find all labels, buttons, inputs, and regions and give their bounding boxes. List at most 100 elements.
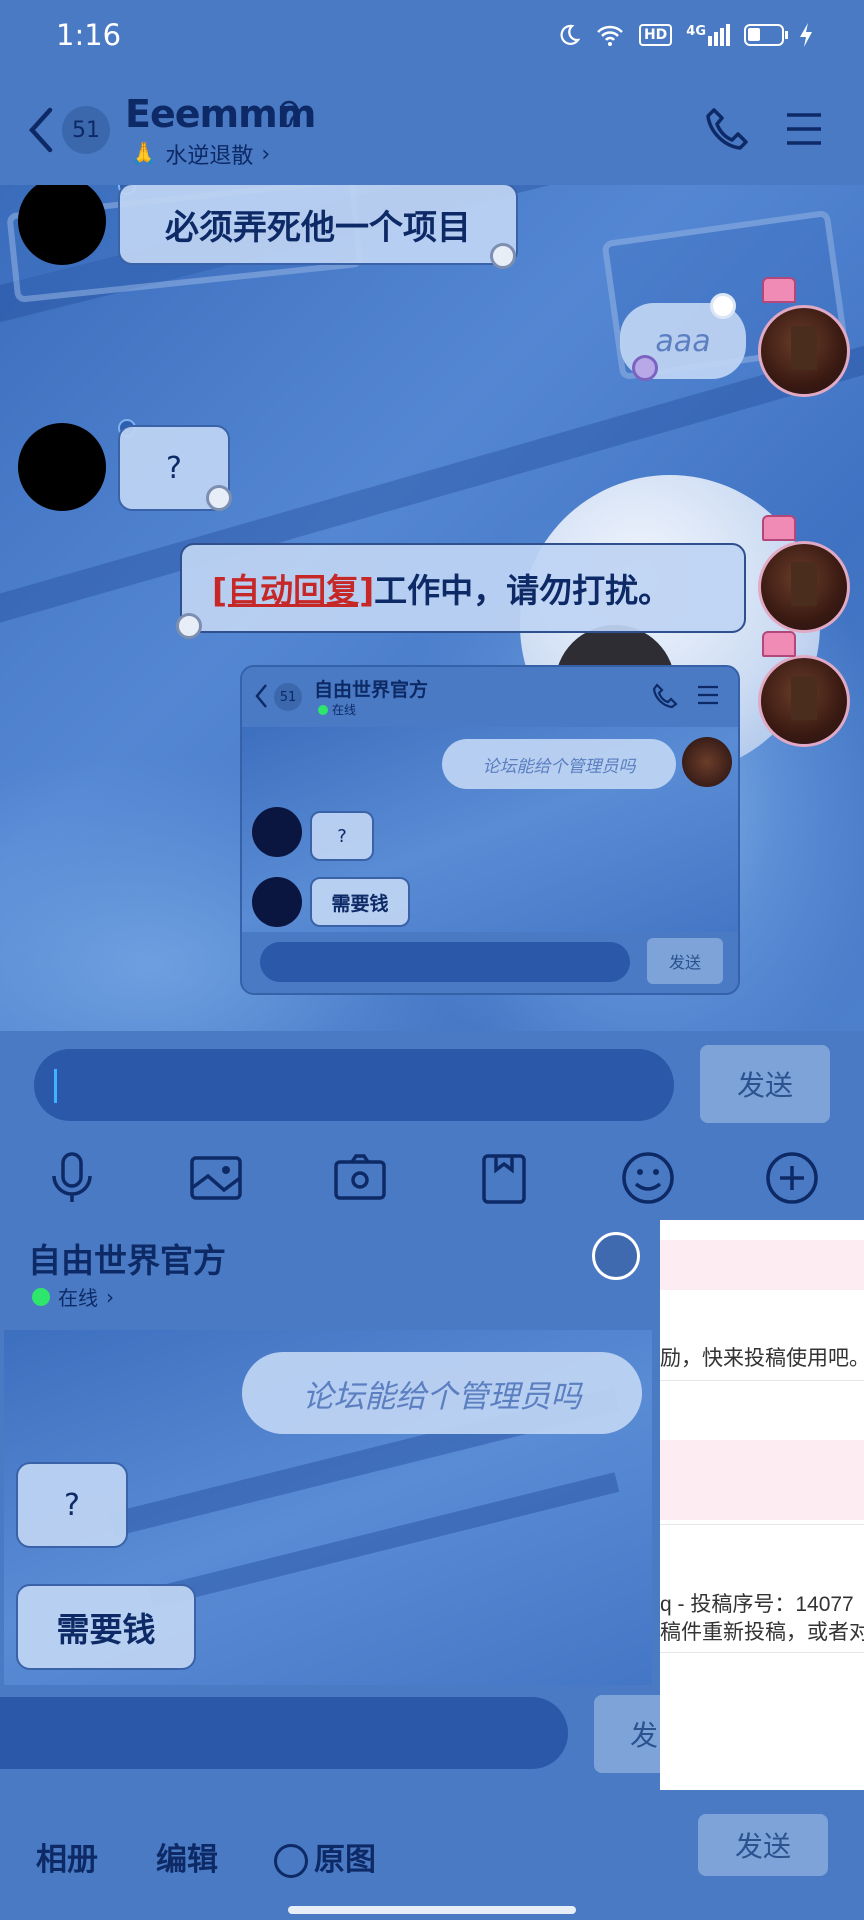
send-button[interactable]: 发送 [700, 1045, 830, 1123]
message-text: 论坛能给个管理员吗 [482, 756, 636, 777]
avatar-hat-decoration [762, 631, 796, 657]
unread-badge[interactable]: 51 [62, 106, 110, 154]
hd-icon: HD [638, 24, 673, 46]
select-circle[interactable] [592, 1232, 640, 1280]
contact-status: 在线 [318, 701, 356, 718]
embed-bubble: ? [310, 811, 374, 861]
chevron-right-icon: › [106, 1284, 114, 1309]
contact-status: 在线 › [32, 1282, 114, 1311]
message-text: ? [337, 825, 347, 847]
contact-status-text: 在线 [332, 703, 357, 717]
bottom-bar: 相册 编辑 原图 发送 [0, 1790, 864, 1920]
divider [660, 1652, 864, 1653]
embed-bubble: 需要钱 [310, 877, 410, 927]
file-icon[interactable] [474, 1148, 534, 1208]
contact-status[interactable]: 🙏 水逆退散 › [130, 138, 270, 170]
original-image-radio[interactable] [274, 1844, 308, 1878]
album-button[interactable]: 相册 [36, 1834, 98, 1879]
phone-icon[interactable] [704, 106, 750, 152]
preview-header: 自由世界官方 在线 › [0, 1220, 660, 1330]
preview-body: 论坛能给个管理员吗 ? 需要钱 [4, 1330, 652, 1685]
preview-input-row: 发 [0, 1685, 660, 1790]
message-text: 工作中，请勿打扰。 [374, 571, 672, 610]
message-text: ? [64, 1487, 80, 1523]
image-picker-panel: 自由世界官方 在线 › 论坛能给个管理员吗 ? 需要钱 发 励，快来投稿使用吧。… [0, 1220, 864, 1790]
camera-icon[interactable] [330, 1148, 390, 1208]
preview-bubble: 需要钱 [16, 1584, 196, 1670]
contact-status-text: 在线 [58, 1286, 98, 1310]
back-icon [255, 684, 267, 708]
user-avatar[interactable] [758, 655, 850, 747]
send-image-button[interactable]: 发送 [698, 1814, 828, 1876]
message-text: 需要钱 [331, 892, 389, 915]
wifi-icon [597, 25, 623, 46]
plus-icon[interactable] [762, 1148, 822, 1208]
charging-icon [800, 23, 812, 47]
embed-bubble: 论坛能给个管理员吗 [442, 739, 676, 789]
chat-area[interactable]: 必须弄死他一个项目 aaa ? [自动回复] 工作中，请勿打扰。 51 自由世界… [0, 185, 864, 1031]
embed-send-button: 发送 [647, 938, 723, 984]
back-icon[interactable] [26, 104, 56, 156]
emoji-icon[interactable] [618, 1148, 678, 1208]
preview-input [0, 1697, 568, 1769]
message-text: 论坛能给个管理员吗 [302, 1378, 582, 1415]
chat-header: 51 Eeemmm 🙏 水逆退散 › [0, 80, 864, 185]
divider [660, 1380, 864, 1381]
status-time: 1:16 [56, 18, 122, 52]
unread-badge: 51 [274, 683, 302, 711]
bubble-decoration [176, 613, 202, 639]
message-input[interactable] [34, 1049, 674, 1121]
moon-icon [560, 24, 581, 45]
image-thumbnail[interactable]: 励，快来投稿使用吧。 q - 投稿序号：14077 稿件重新投稿，或者对 [660, 1220, 864, 1790]
pray-emoji: 🙏 [130, 141, 158, 167]
bubble-decoration [710, 293, 736, 319]
online-dot [318, 704, 328, 715]
message-bubble[interactable]: 必须弄死他一个项目 [118, 185, 518, 265]
embed-input-row: 发送 [242, 932, 738, 993]
contact-avatar [252, 807, 302, 857]
online-dot [32, 1287, 50, 1306]
original-image-label[interactable]: 原图 [314, 1834, 376, 1879]
thumbnail-band [660, 1440, 864, 1520]
embed-body: 论坛能给个管理员吗 ? 需要钱 [242, 727, 738, 932]
image-icon[interactable] [186, 1148, 246, 1208]
bubble-decoration [490, 243, 516, 269]
user-avatar[interactable] [758, 305, 850, 397]
menu-icon[interactable] [785, 112, 823, 146]
message-bubble[interactable]: [自动回复] 工作中，请勿打扰。 [180, 543, 746, 633]
embed-header: 51 自由世界官方 在线 [242, 667, 738, 727]
contact-status-text: 水逆退散 [165, 144, 254, 169]
status-icons: HD 4G [557, 22, 814, 48]
edit-button[interactable]: 编辑 [156, 1834, 218, 1879]
contact-name: 自由世界官方 [28, 1241, 226, 1280]
avatar-hat-decoration [762, 277, 796, 303]
thumbnail-text: 励，快来投稿使用吧。 [660, 1347, 864, 1370]
message-text: 需要钱 [56, 1610, 156, 1649]
embed-input [260, 942, 630, 982]
image-thumbnail[interactable]: 自由世界官方 在线 › 论坛能给个管理员吗 ? 需要钱 发 [0, 1220, 660, 1790]
contact-avatar[interactable] [18, 423, 106, 511]
ear-icon [279, 100, 299, 128]
bubble-decoration [632, 355, 658, 381]
phone-icon [652, 683, 678, 709]
home-indicator[interactable] [288, 1906, 576, 1914]
autoreply-tag: [自动回复] [212, 571, 375, 610]
user-avatar[interactable] [758, 541, 850, 633]
bubble-decoration [206, 485, 232, 511]
user-avatar [682, 737, 732, 787]
signal-4g-icon: 4G [686, 24, 730, 46]
toolbar [0, 1136, 864, 1220]
thumbnail-text: 稿件重新投稿，或者对 [660, 1621, 864, 1644]
preview-bubble: 论坛能给个管理员吗 [242, 1352, 642, 1434]
text-cursor [54, 1069, 57, 1103]
image-message[interactable]: 51 自由世界官方 在线 论坛能给个管理员吗 ? 需要钱 发送 [240, 665, 740, 995]
microphone-icon[interactable] [42, 1148, 102, 1208]
contact-name: 自由世界官方 [314, 679, 429, 701]
preview-bubble: ? [16, 1462, 128, 1548]
message-text: aaa [655, 323, 711, 359]
thumbnail-band [660, 1240, 864, 1290]
chevron-right-icon: › [261, 141, 271, 167]
thumbnail-text: q - 投稿序号：14077 [660, 1593, 854, 1616]
battery-icon [744, 24, 788, 46]
avatar-hat-decoration [762, 515, 796, 541]
